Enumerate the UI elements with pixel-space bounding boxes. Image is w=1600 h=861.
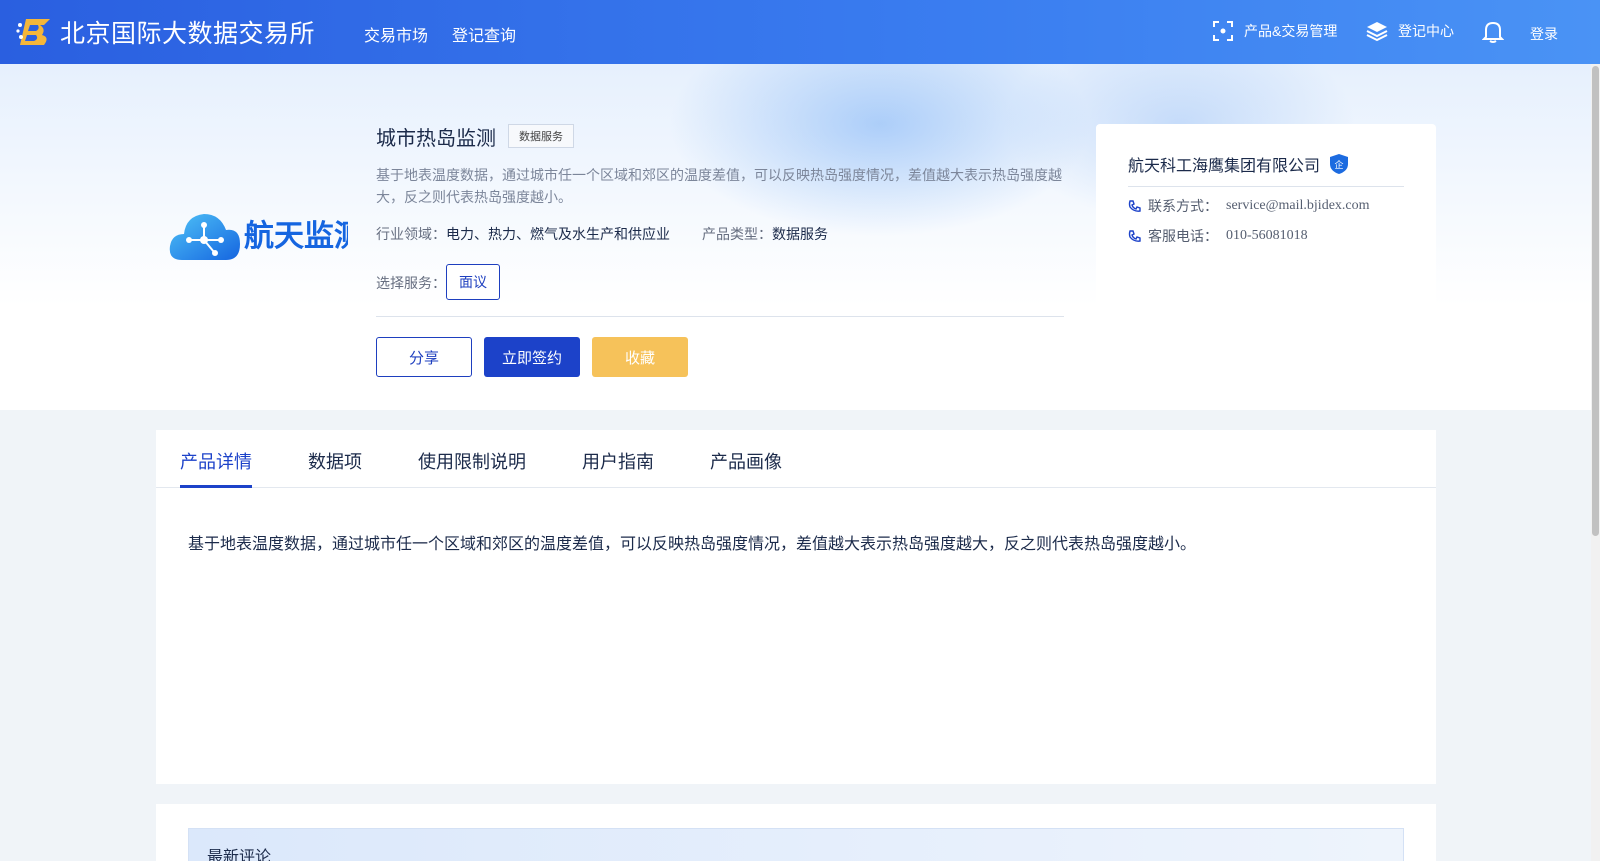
layers-icon: [1366, 22, 1388, 42]
contact-phone-row: 客服电话： 010-56081018: [1128, 226, 1308, 246]
product-title: 城市热岛监测: [376, 128, 496, 150]
product-trade-management-label: 产品&交易管理: [1244, 23, 1338, 39]
comments-header: 最新评论: [188, 828, 1404, 861]
industry-label: 行业领域：: [376, 226, 446, 242]
product-trade-management-link[interactable]: 产品&交易管理: [1212, 20, 1337, 42]
svg-text:企: 企: [1334, 159, 1343, 171]
comments-panel: 最新评论: [156, 804, 1436, 861]
product-logo: 航天监测: [169, 214, 348, 260]
company-card: 航天科工海鹰集团有限公司 企 联系方式： service@mail.bjidex…: [1096, 124, 1436, 344]
phone-icon: [1128, 200, 1141, 212]
product-type-label: 产品类型：: [702, 226, 772, 242]
service-select-label: 选择服务：: [376, 275, 446, 291]
nav-registration-query[interactable]: 登记查询: [452, 22, 516, 46]
tab-usage-restrictions[interactable]: 使用限制说明: [418, 448, 526, 474]
industry-field: 行业领域：电力、热力、燃气及水生产和供应业: [376, 224, 670, 244]
service-option-negotiable[interactable]: 面议: [446, 264, 500, 300]
top-nav-bar: 北京国际大数据交易所 交易市场 登记查询 产品&交易管理 登记中心 登录: [0, 0, 1600, 64]
product-type-field: 产品类型：数据服务: [702, 224, 828, 244]
tab-product-details[interactable]: 产品详情: [180, 448, 252, 474]
hero-divider: [376, 316, 1064, 317]
company-name[interactable]: 航天科工海鹰集团有限公司: [1128, 152, 1320, 176]
page-scrollbar-thumb[interactable]: [1592, 66, 1599, 536]
register-center-label: 登记中心: [1398, 23, 1454, 39]
phone-number: 010-56081018: [1226, 228, 1308, 243]
detail-tabs: 产品详情 数据项 使用限制说明 用户指南 产品画像: [156, 430, 1436, 488]
company-divider: [1128, 186, 1404, 187]
tab-data-items[interactable]: 数据项: [308, 448, 362, 474]
notifications-button[interactable]: [1482, 20, 1514, 44]
phone-label: 客服电话：: [1148, 228, 1218, 244]
contact-email[interactable]: service@mail.bjidex.com: [1226, 198, 1370, 214]
sign-now-button[interactable]: 立即签约: [484, 337, 580, 377]
site-logo[interactable]: 北京国际大数据交易所: [16, 14, 315, 50]
phone-icon: [1128, 230, 1141, 242]
product-hero: 航天监测 城市热岛监测 数据服务 基于地表温度数据，通过城市任一个区域和郊区的温…: [0, 64, 1600, 410]
industry-value: 电力、热力、燃气及水生产和供应业: [446, 226, 670, 242]
tab-user-guide[interactable]: 用户指南: [582, 448, 654, 474]
product-type-value: 数据服务: [772, 226, 828, 242]
product-description: 基于地表温度数据，通过城市任一个区域和郊区的温度差值，可以反映热岛强度情况，差值…: [376, 167, 1062, 205]
product-type-tag: 数据服务: [508, 124, 574, 148]
nav-trading-market[interactable]: 交易市场: [364, 22, 428, 46]
product-detail-panel: 产品详情 数据项 使用限制说明 用户指南 产品画像 基于地表温度数据，通过城市任…: [156, 430, 1436, 784]
bjidex-logo-icon: [16, 19, 50, 45]
scan-icon: [1213, 21, 1233, 41]
enterprise-verified-icon: 企: [1330, 154, 1348, 174]
favorite-button[interactable]: 收藏: [592, 337, 688, 377]
bell-icon: [1482, 21, 1504, 43]
active-tab-indicator: [180, 485, 252, 488]
product-logo-text: 航天监测: [244, 219, 348, 254]
site-title: 北京国际大数据交易所: [60, 20, 316, 48]
share-button[interactable]: 分享: [376, 337, 472, 377]
register-center-link[interactable]: 登记中心: [1366, 20, 1454, 42]
contact-label: 联系方式：: [1148, 198, 1218, 214]
tab-product-profile[interactable]: 产品画像: [710, 448, 782, 474]
comments-title: 最新评论: [207, 849, 272, 861]
contact-email-row: 联系方式： service@mail.bjidex.com: [1128, 196, 1370, 216]
detail-content-text: 基于地表温度数据，通过城市任一个区域和郊区的温度差值，可以反映热岛强度情况，差值…: [188, 536, 1197, 553]
login-link[interactable]: 登录: [1530, 24, 1558, 44]
